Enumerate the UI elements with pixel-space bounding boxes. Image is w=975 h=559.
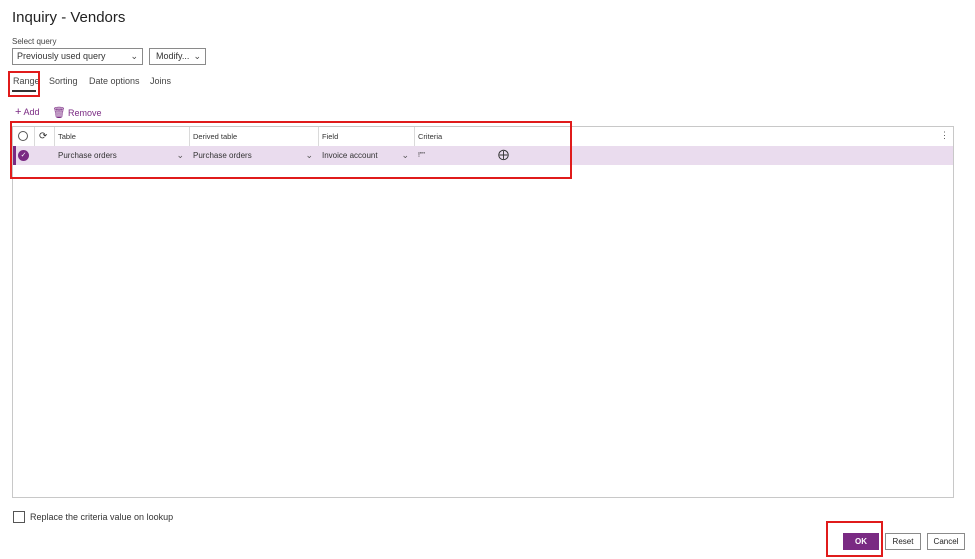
chevron-down-icon: ⌄ [193,51,201,61]
modify-label: Modify... [156,51,190,61]
trash-icon: 🗑 [52,107,66,119]
tab-sorting[interactable]: Sorting [49,76,78,86]
reset-button[interactable]: Reset [885,533,921,550]
select-query-label: Select query [12,37,57,46]
tab-date-options[interactable]: Date options [89,76,140,86]
ok-button-highlight [826,521,883,557]
remove-label: Remove [67,108,102,118]
more-options-icon[interactable]: ⋮ [940,130,949,141]
tab-joins[interactable]: Joins [150,76,171,86]
add-button[interactable]: + Add [15,106,39,118]
plus-icon: + [15,106,22,118]
page-title: Inquiry - Vendors [12,9,126,26]
replace-criteria-label: Replace the criteria value on lookup [30,512,174,522]
cancel-button[interactable]: Cancel [927,533,965,550]
range-grid: ⟳ Table Derived table Field Criteria ⋮ ✓… [12,126,954,498]
range-tab-highlight [8,71,40,97]
replace-criteria-checkbox[interactable] [13,511,25,523]
select-query-dropdown[interactable]: Previously used query ⌄ [12,48,143,65]
chevron-down-icon: ⌄ [130,51,138,61]
grid-row-highlight [10,121,572,179]
modify-button[interactable]: Modify... ⌄ [149,48,206,65]
add-label: Add [23,107,40,117]
remove-button[interactable]: 🗑 Remove [52,106,101,119]
select-query-value: Previously used query [17,51,106,61]
